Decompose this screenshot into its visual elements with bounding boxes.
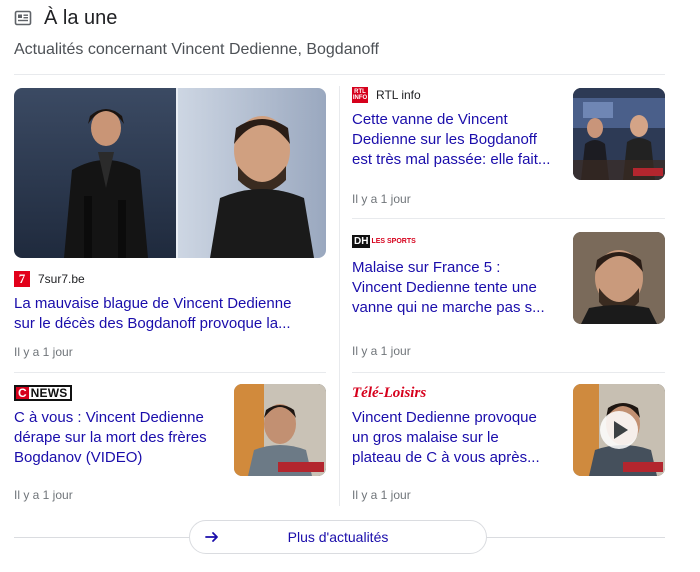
cnews-logo: C NEWS (14, 385, 73, 401)
headline-line: vanne qui ne marche pas s... (352, 299, 545, 316)
headline-line: C à vous : Vincent Dedienne (14, 409, 204, 426)
news-card-tele-loisirs[interactable]: Télé-Loisirs Vincent Dedienne provoque u… (352, 384, 665, 504)
play-icon[interactable] (599, 410, 639, 450)
headline-line: Malaise sur France 5 : (352, 259, 501, 276)
row-divider (352, 218, 665, 219)
headline-line: plateau de C à vous après... (352, 449, 540, 466)
dh-logo: DH LES SPORTS (352, 234, 416, 248)
article-thumbnail (234, 384, 326, 476)
headline-line: un gros malaise sur le (352, 429, 499, 446)
top-divider (14, 74, 665, 75)
news-card-rtl[interactable]: RTL INFO RTL info Cette vanne de Vincent… (352, 86, 665, 210)
row-divider (14, 372, 326, 373)
article-headline[interactable]: Vincent Dedienne provoque un gros malais… (352, 408, 562, 468)
article-headline[interactable]: La mauvaise blague de Vincent Dedienne s… (14, 294, 326, 334)
article-headline[interactable]: Cette vanne de Vincent Dedienne sur les … (352, 110, 562, 170)
source-name: RTL info (376, 88, 421, 102)
article-source: DH LES SPORTS (352, 232, 424, 250)
tele-loisirs-logo: Télé-Loisirs (352, 384, 427, 401)
news-card-cnews[interactable]: C NEWS C à vous : Vincent Dedienne dérap… (14, 384, 326, 504)
article-headline[interactable]: C à vous : Vincent Dedienne dérape sur l… (14, 408, 224, 468)
more-news-label: Plus d'actualités (287, 529, 389, 545)
article-time: Il y a 1 jour (352, 192, 411, 206)
headline-line: Vincent Dedienne provoque (352, 409, 537, 426)
article-time: Il y a 1 jour (14, 488, 73, 502)
column-divider (339, 86, 340, 506)
row-divider (352, 372, 665, 373)
arrow-right-icon (205, 532, 218, 542)
news-card-dh[interactable]: DH LES SPORTS Malaise sur France 5 : Vin… (352, 232, 665, 360)
news-card-7sur7[interactable]: 7 7sur7.be La mauvaise blague de Vincent… (14, 88, 326, 363)
headline-line: est très mal passée: elle fait... (352, 151, 551, 168)
article-thumbnail (573, 232, 665, 324)
article-source: Télé-Loisirs (352, 384, 426, 402)
article-source: 7 7sur7.be (14, 270, 85, 288)
source-name: 7sur7.be (38, 272, 85, 286)
section-title: À la une (44, 6, 118, 29)
headline-line: Bogdanov (VIDEO) (14, 449, 143, 466)
article-thumbnail (573, 88, 665, 180)
7sur7-logo: 7 (14, 271, 30, 287)
headline-line: La mauvaise blague de Vincent Dedienne (14, 295, 292, 312)
rtl-logo: RTL INFO (352, 87, 368, 103)
more-news-button[interactable]: Plus d'actualités (189, 520, 487, 554)
article-thumbnail (573, 384, 665, 476)
headline-line: dérape sur la mort des frères (14, 429, 207, 446)
article-time: Il y a 1 jour (14, 345, 73, 359)
article-source: C NEWS (14, 384, 73, 402)
section-header: À la une (14, 6, 117, 30)
article-headline[interactable]: Malaise sur France 5 : Vincent Dedienne … (352, 258, 562, 318)
newspaper-icon (14, 10, 32, 26)
hero-image (14, 88, 326, 258)
headline-line: Vincent Dedienne tente une (352, 279, 537, 296)
headline-line: Cette vanne de Vincent (352, 111, 508, 128)
headline-line: sur le décès des Bogdanoff provoque la..… (14, 315, 291, 332)
article-time: Il y a 1 jour (352, 344, 411, 358)
article-time: Il y a 1 jour (352, 488, 411, 502)
section-subtitle: Actualités concernant Vincent Dedienne, … (14, 41, 379, 58)
headline-line: Dedienne sur les Bogdanoff (352, 131, 537, 148)
article-source: RTL INFO RTL info (352, 86, 421, 104)
